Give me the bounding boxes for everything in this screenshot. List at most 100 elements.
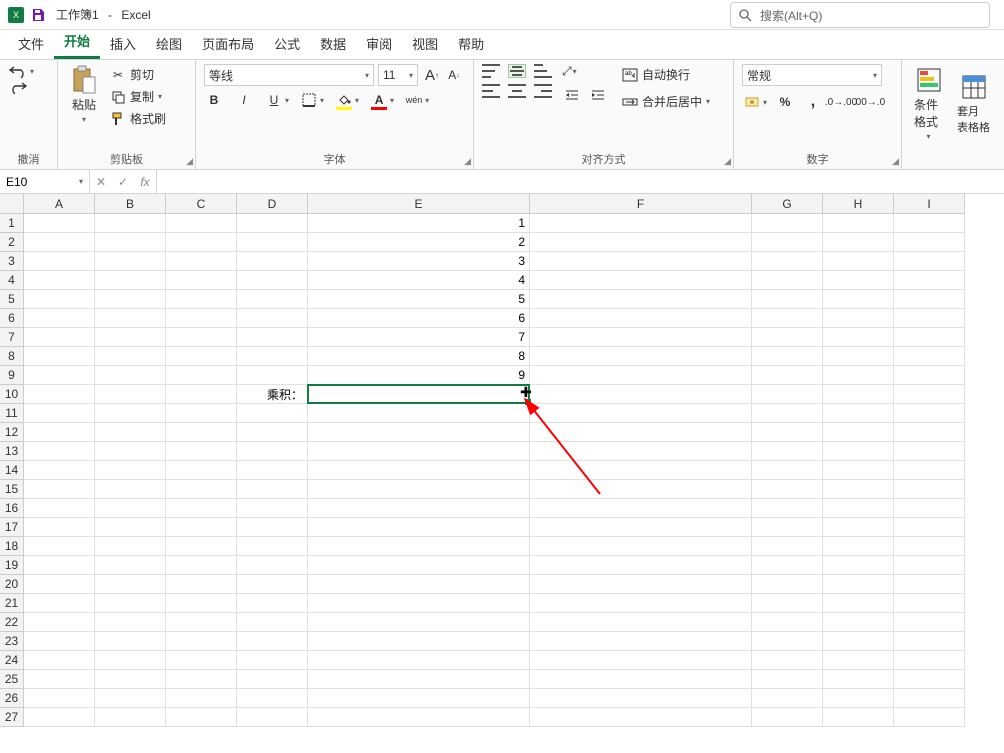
cell[interactable] xyxy=(237,708,308,727)
cell[interactable] xyxy=(166,651,237,670)
cell[interactable] xyxy=(894,233,965,252)
cell[interactable] xyxy=(95,233,166,252)
row-header-4[interactable]: 4 xyxy=(0,271,24,290)
cell[interactable] xyxy=(308,461,530,480)
cell[interactable] xyxy=(24,461,95,480)
cell[interactable] xyxy=(752,670,823,689)
cancel-icon[interactable]: ✕ xyxy=(90,175,112,189)
cell[interactable] xyxy=(237,252,308,271)
cell[interactable] xyxy=(894,708,965,727)
wrap-text-button[interactable]: ab自动换行 xyxy=(618,64,714,85)
cell[interactable] xyxy=(530,689,752,708)
increase-font-icon[interactable]: A↑ xyxy=(422,65,442,85)
cell[interactable] xyxy=(823,499,894,518)
cell[interactable] xyxy=(95,518,166,537)
redo-icon[interactable] xyxy=(8,80,28,94)
cell[interactable] xyxy=(95,214,166,233)
accounting-format-button[interactable]: ▾ xyxy=(742,92,767,112)
cell[interactable] xyxy=(530,385,752,404)
cell[interactable] xyxy=(166,233,237,252)
cell[interactable] xyxy=(823,594,894,613)
cell[interactable] xyxy=(166,214,237,233)
cell[interactable] xyxy=(823,271,894,290)
cell[interactable] xyxy=(166,328,237,347)
row-header-7[interactable]: 7 xyxy=(0,328,24,347)
comma-icon[interactable]: , xyxy=(803,92,823,112)
decrease-decimal-icon[interactable]: .00→.0 xyxy=(859,92,879,112)
cell[interactable] xyxy=(308,537,530,556)
cell[interactable] xyxy=(752,252,823,271)
cell[interactable] xyxy=(894,613,965,632)
cell[interactable] xyxy=(894,537,965,556)
cell[interactable] xyxy=(894,214,965,233)
cell[interactable] xyxy=(237,613,308,632)
cell[interactable] xyxy=(95,309,166,328)
search-box[interactable]: 搜索(Alt+Q) xyxy=(730,2,990,28)
cell[interactable] xyxy=(308,632,530,651)
cell[interactable] xyxy=(24,499,95,518)
cell[interactable] xyxy=(894,575,965,594)
cell[interactable] xyxy=(752,328,823,347)
row-header-5[interactable]: 5 xyxy=(0,290,24,309)
align-right-icon[interactable] xyxy=(534,84,552,98)
cell[interactable] xyxy=(166,518,237,537)
cell[interactable] xyxy=(237,518,308,537)
cell[interactable] xyxy=(894,594,965,613)
cell[interactable] xyxy=(166,670,237,689)
cell[interactable] xyxy=(894,442,965,461)
cell[interactable] xyxy=(530,632,752,651)
row-header-6[interactable]: 6 xyxy=(0,309,24,328)
cell[interactable] xyxy=(752,499,823,518)
cell[interactable] xyxy=(95,423,166,442)
row-header-1[interactable]: 1 xyxy=(0,214,24,233)
cell[interactable] xyxy=(530,328,752,347)
cell[interactable] xyxy=(752,613,823,632)
cell[interactable]: 4 xyxy=(308,271,530,290)
cell[interactable] xyxy=(24,233,95,252)
cell[interactable] xyxy=(823,575,894,594)
cell[interactable] xyxy=(530,613,752,632)
cell[interactable] xyxy=(752,385,823,404)
cell[interactable] xyxy=(894,347,965,366)
bold-button[interactable]: B xyxy=(204,90,224,110)
cell[interactable] xyxy=(752,404,823,423)
row-header-8[interactable]: 8 xyxy=(0,347,24,366)
cell[interactable] xyxy=(308,404,530,423)
col-header-A[interactable]: A xyxy=(24,194,95,214)
col-header-I[interactable]: I xyxy=(894,194,965,214)
cell[interactable] xyxy=(95,404,166,423)
cell[interactable] xyxy=(237,271,308,290)
cell[interactable] xyxy=(752,461,823,480)
cell[interactable] xyxy=(24,442,95,461)
cell[interactable] xyxy=(95,632,166,651)
row-header-11[interactable]: 11 xyxy=(0,404,24,423)
cut-button[interactable]: ✂剪切 xyxy=(106,64,170,85)
cell[interactable] xyxy=(237,537,308,556)
cell[interactable] xyxy=(823,233,894,252)
align-top-icon[interactable] xyxy=(482,64,500,78)
font-name-select[interactable]: 等线▾ xyxy=(204,64,374,86)
cell[interactable] xyxy=(823,556,894,575)
tab-开始[interactable]: 开始 xyxy=(54,25,100,59)
cell[interactable] xyxy=(752,594,823,613)
cell[interactable]: 9 xyxy=(308,366,530,385)
cell[interactable] xyxy=(24,328,95,347)
cell[interactable] xyxy=(308,670,530,689)
cell[interactable] xyxy=(894,404,965,423)
cell[interactable] xyxy=(752,271,823,290)
dialog-launcher-icon[interactable]: ◢ xyxy=(186,156,193,167)
cell[interactable] xyxy=(95,556,166,575)
cell[interactable] xyxy=(823,214,894,233)
cell[interactable] xyxy=(237,423,308,442)
cell[interactable] xyxy=(24,290,95,309)
cell[interactable] xyxy=(308,499,530,518)
cell[interactable] xyxy=(823,632,894,651)
save-icon[interactable] xyxy=(30,7,46,23)
cell[interactable] xyxy=(24,480,95,499)
cell[interactable] xyxy=(752,632,823,651)
cell[interactable] xyxy=(308,613,530,632)
cell[interactable] xyxy=(24,518,95,537)
cell[interactable] xyxy=(166,708,237,727)
cell[interactable] xyxy=(823,689,894,708)
cell[interactable] xyxy=(894,556,965,575)
